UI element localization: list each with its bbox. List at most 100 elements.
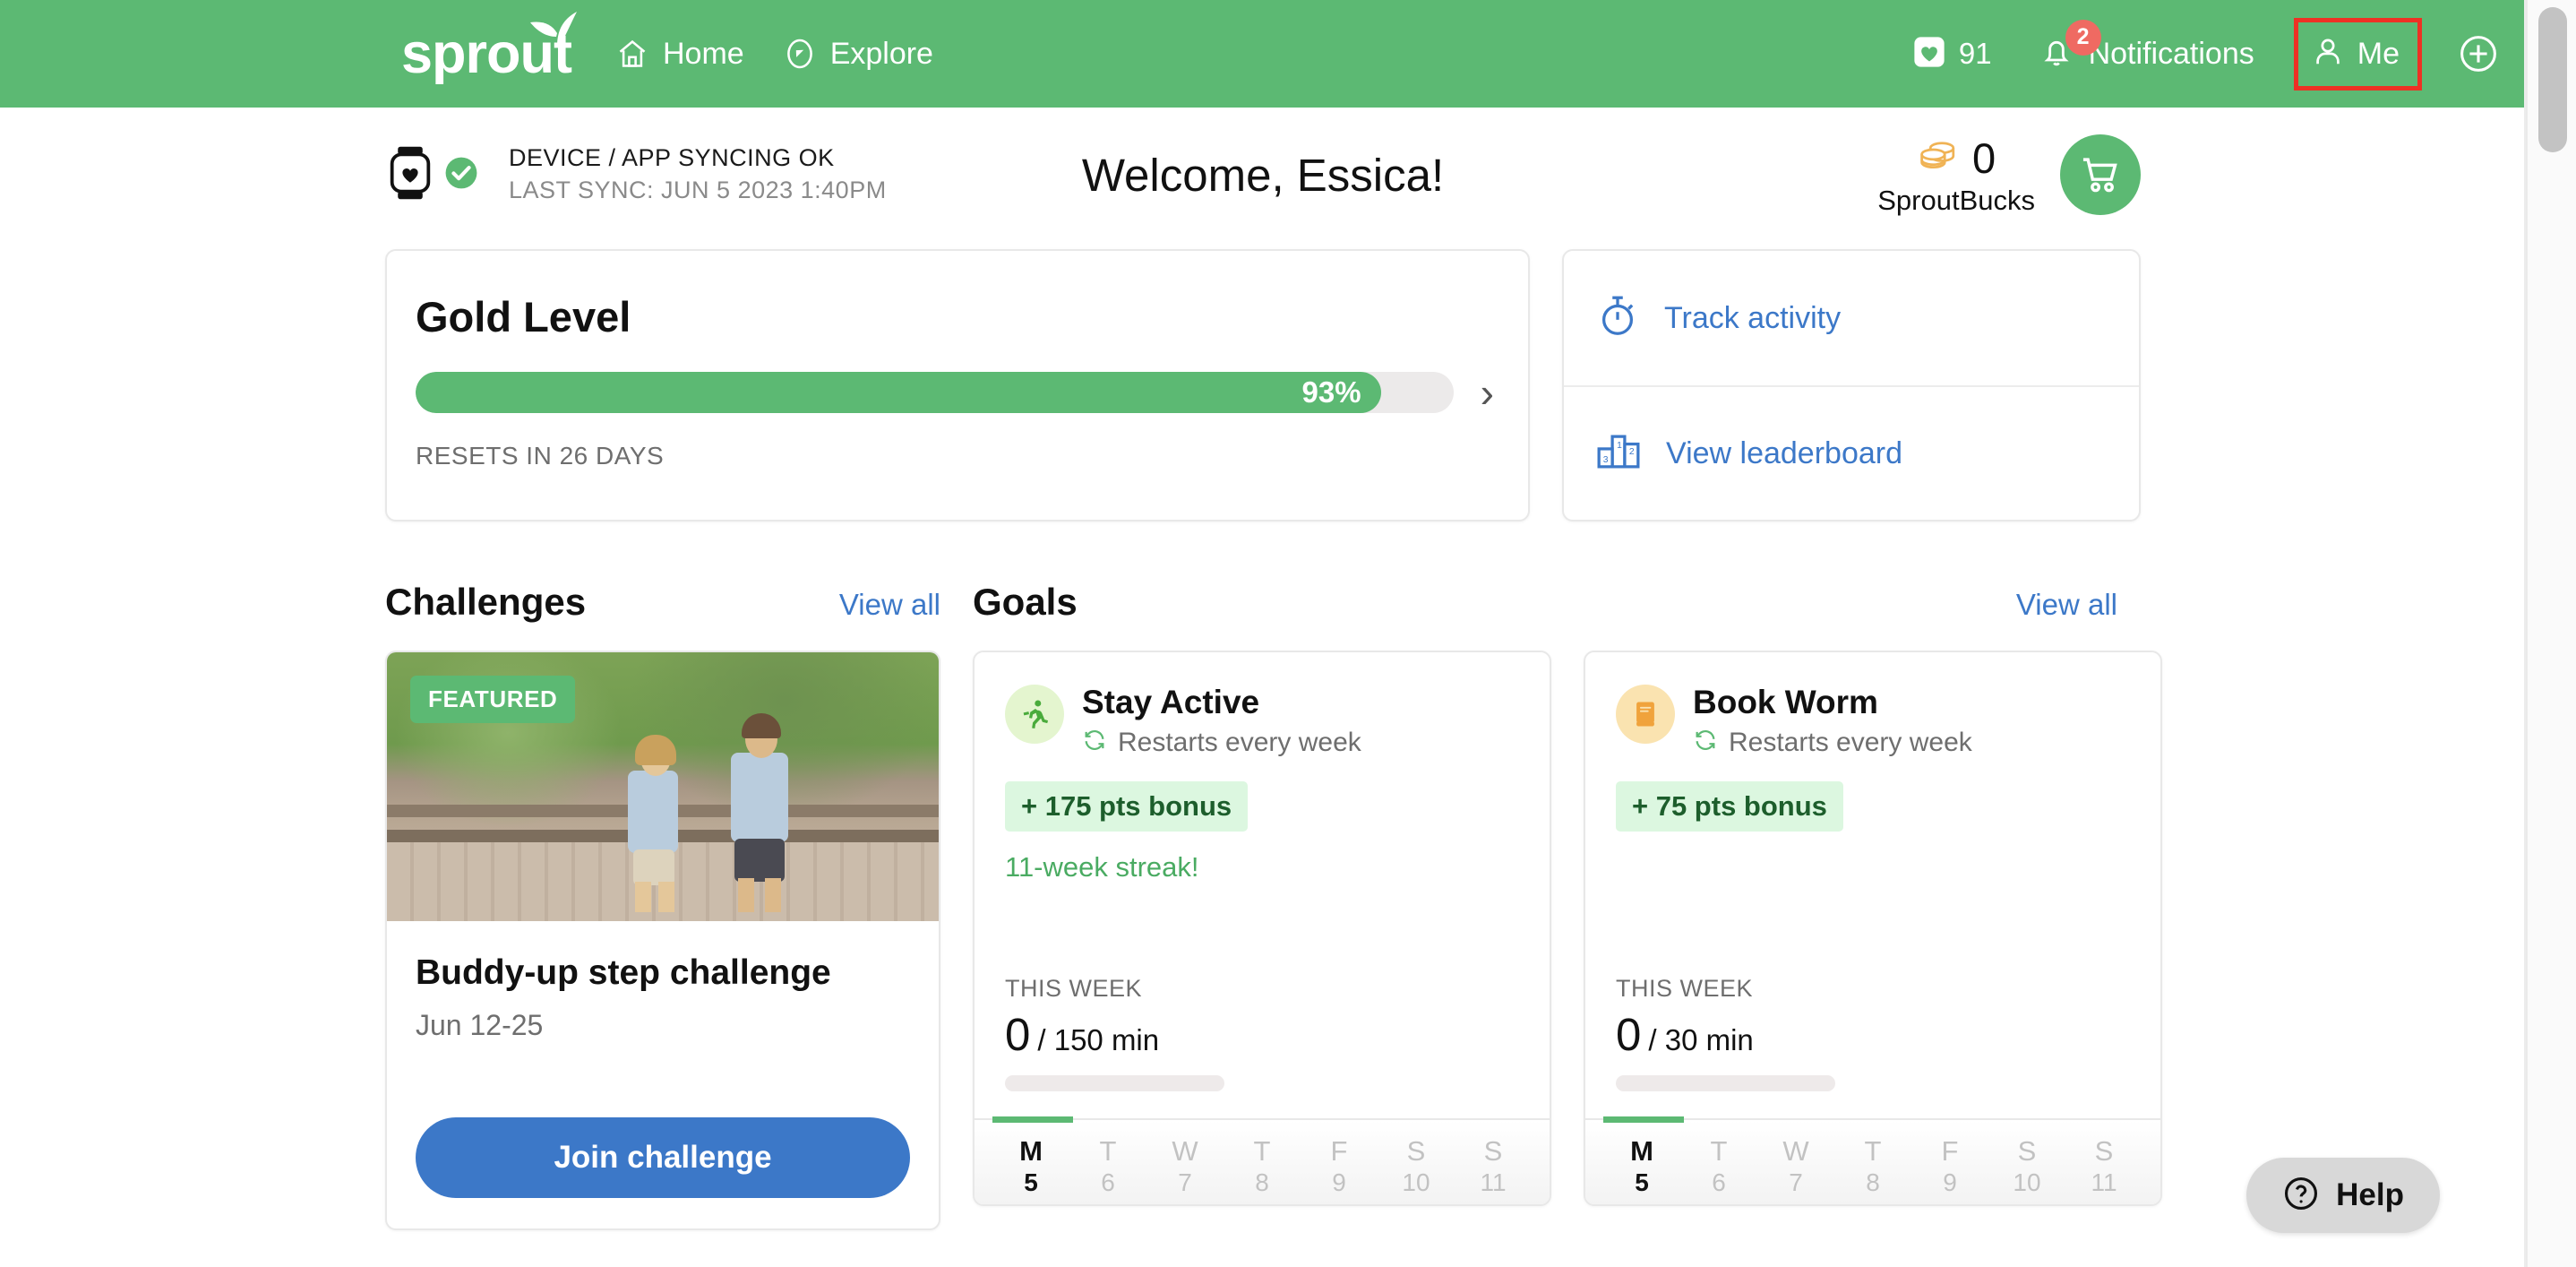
heart-icon [1912, 35, 1946, 73]
day-cell[interactable]: S 11 [2065, 1120, 2142, 1204]
day-number: 10 [2013, 1168, 2041, 1197]
day-number: 6 [1101, 1168, 1115, 1197]
day-number: 5 [1635, 1168, 1649, 1197]
day-cell[interactable]: F 9 [1911, 1120, 1988, 1204]
help-button[interactable]: Help [2246, 1158, 2440, 1233]
day-cell[interactable]: F 9 [1301, 1120, 1378, 1204]
challenges-column: Challenges View all FEATURED Buddy-up st… [385, 581, 940, 1230]
sproutbucks-amount: 0 [1972, 134, 1996, 182]
goal-restart-row: Restarts every week [1082, 728, 1361, 758]
goals-title: Goals [973, 581, 1078, 623]
book-icon [1616, 685, 1675, 744]
goal-main-book-worm: Book Worm Restarts every week + 75 pts b… [1585, 652, 2160, 1118]
vertical-scrollbar[interactable] [2526, 0, 2576, 1267]
goal-bonus-badge: + 75 pts bonus [1616, 780, 1843, 832]
sproutbucks-text: 0 SproutBucks [1877, 134, 2035, 217]
gold-progress-row: 93% › [416, 372, 1499, 413]
quick-actions-card: Track activity 1 2 3 View leaderboard [1562, 249, 2141, 521]
day-letter: T [1253, 1135, 1271, 1167]
goal-days-strip-book-worm: M 5 T 6 W 7 T 8 F 9 S 10 S 11 [1585, 1116, 2160, 1204]
day-cell[interactable]: S 10 [1988, 1120, 2065, 1204]
challenges-title: Challenges [385, 581, 587, 623]
goal-current-value: 0 [1616, 1009, 1642, 1060]
goal-this-week-label: THIS WEEK [1616, 975, 1754, 1002]
sprout-logo[interactable]: sprout [401, 11, 577, 82]
goal-card-stay-active[interactable]: Stay Active Restarts every week + 175 pt… [973, 651, 1551, 1206]
day-letter: W [1782, 1135, 1809, 1167]
smartwatch-heart-icon [385, 145, 435, 205]
day-cell[interactable]: W 7 [1146, 1120, 1224, 1204]
gold-level-card[interactable]: Gold Level 93% › RESETS IN 26 DAYS [385, 249, 1530, 521]
page-body: DEVICE / APP SYNCING OK LAST SYNC: JUN 5… [0, 108, 2526, 1267]
goal-bonus-badge: + 175 pts bonus [1005, 780, 1249, 832]
sync-text-block: DEVICE / APP SYNCING OK LAST SYNC: JUN 5… [509, 142, 887, 207]
svg-text:1: 1 [1617, 441, 1622, 451]
day-cell[interactable]: M 5 [1603, 1120, 1680, 1204]
sproutbucks-label: SproutBucks [1877, 184, 2035, 216]
goals-section-header: Goals View all [973, 581, 2117, 624]
shopping-cart-icon [2082, 158, 2117, 193]
person-icon [2311, 35, 2345, 73]
day-cell[interactable]: T 6 [1069, 1120, 1146, 1204]
day-cell[interactable]: T 6 [1680, 1120, 1757, 1204]
content-wrapper: DEVICE / APP SYNCING OK LAST SYNC: JUN 5… [385, 108, 2162, 1230]
goal-streak-text: 11-week streak! [1005, 850, 1199, 883]
compass-icon [784, 38, 816, 70]
notifications-button[interactable]: 2 Notifications [2039, 19, 2254, 74]
summary-card-row: Gold Level 93% › RESETS IN 26 DAYS Track… [385, 249, 2141, 521]
hiker-figure-right [718, 713, 804, 912]
day-cell[interactable]: M 5 [992, 1120, 1069, 1204]
nav-item-home[interactable]: Home [616, 37, 744, 72]
day-letter: S [1406, 1135, 1426, 1167]
nav-right-group: 91 2 Notifications Me [1912, 17, 2499, 90]
sproutbucks-block: 0 SproutBucks [1877, 134, 2141, 217]
day-cell[interactable]: S 10 [1378, 1120, 1455, 1204]
home-icon [616, 38, 648, 70]
goal-name: Book Worm [1693, 684, 1878, 720]
challenges-view-all-link[interactable]: View all [839, 588, 940, 622]
day-number: 11 [2091, 1168, 2117, 1197]
day-letter: T [1864, 1135, 1882, 1167]
device-sync-status: DEVICE / APP SYNCING OK LAST SYNC: JUN 5… [385, 142, 887, 207]
sync-status-line: DEVICE / APP SYNCING OK [509, 144, 835, 172]
day-cell[interactable]: W 7 [1757, 1120, 1834, 1204]
me-menu-button[interactable]: Me [2293, 17, 2422, 90]
challenge-card[interactable]: FEATURED Buddy-up step challenge Jun 12-… [385, 651, 940, 1230]
action-track-activity[interactable]: Track activity [1564, 251, 2139, 385]
join-challenge-button[interactable]: Join challenge [416, 1117, 910, 1198]
hearts-count-value: 91 [1958, 37, 1992, 70]
sprout-leaf-icon [527, 3, 582, 59]
day-number: 10 [1402, 1168, 1430, 1197]
goal-main-stay-active: Stay Active Restarts every week + 175 pt… [975, 652, 1550, 1118]
help-label: Help [2336, 1177, 2404, 1212]
goal-week-value-row: 0 / 150 min [1005, 1008, 1519, 1061]
scrollbar-thumb[interactable] [2538, 7, 2567, 152]
add-button[interactable] [2458, 33, 2499, 74]
sections-row: Challenges View all FEATURED Buddy-up st… [385, 581, 2162, 1230]
day-number: 7 [1178, 1168, 1192, 1197]
nav-item-explore[interactable]: Explore [784, 37, 933, 72]
notifications-badge: 2 [2065, 19, 2101, 56]
coin-stack-icon [1917, 138, 1960, 178]
svg-text:3: 3 [1603, 454, 1609, 464]
nav-left-group: sprout Home Explore [401, 11, 933, 82]
goal-titles-stay-active: Stay Active Restarts every week [1082, 685, 1361, 758]
day-cell[interactable]: T 8 [1834, 1120, 1911, 1204]
goals-view-all-link[interactable]: View all [2016, 588, 2117, 622]
notifications-label: Notifications [2088, 36, 2254, 71]
goal-restart-text: Restarts every week [1729, 727, 1972, 757]
active-day-accent [992, 1116, 1073, 1123]
hearts-counter[interactable]: 91 [1912, 35, 1992, 73]
goal-card-book-worm[interactable]: Book Worm Restarts every week + 75 pts b… [1584, 651, 2162, 1206]
action-view-leaderboard[interactable]: 1 2 3 View leaderboard [1564, 385, 2139, 520]
podium-icon: 1 2 3 [1596, 431, 1641, 477]
action-track-activity-label: Track activity [1664, 300, 1842, 335]
day-letter: W [1172, 1135, 1198, 1167]
day-number: 5 [1024, 1168, 1038, 1197]
svg-text:2: 2 [1629, 447, 1635, 457]
day-cell[interactable]: T 8 [1224, 1120, 1301, 1204]
shop-cart-button[interactable] [2060, 134, 2141, 215]
chevron-right-icon[interactable]: › [1481, 372, 1499, 413]
day-cell[interactable]: S 11 [1455, 1120, 1532, 1204]
goal-target-value: / 30 min [1648, 1023, 1754, 1056]
